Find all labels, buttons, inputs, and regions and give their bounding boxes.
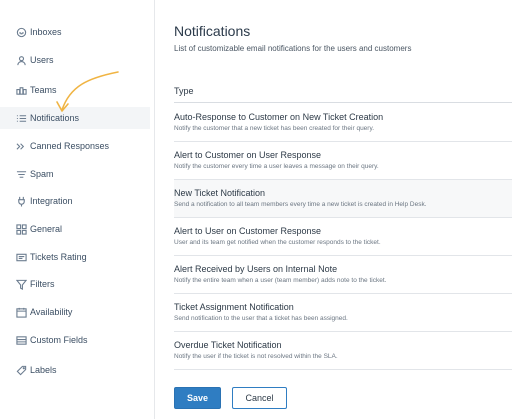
sidebar-item-users[interactable]: Users — [0, 49, 155, 71]
notification-row[interactable]: Ticket Assignment Notification Send noti… — [174, 294, 512, 332]
notification-row[interactable]: Auto-Response to Customer on New Ticket … — [174, 104, 512, 142]
sidebar-item-label: Custom Fields — [30, 335, 88, 345]
type-column-header: Type — [174, 86, 194, 96]
notification-description: Send a notification to all team members … — [174, 201, 427, 208]
notifications-panel: Notifications List of customizable email… — [155, 0, 512, 419]
sidebar-item-label: Spam — [30, 169, 54, 179]
notification-row[interactable]: Alert to Customer on User Response Notif… — [174, 142, 512, 180]
cancel-button[interactable]: Cancel — [232, 387, 287, 409]
sidebar-item-filters[interactable]: Filters — [0, 273, 155, 295]
sidebar-item-label: Filters — [30, 279, 55, 289]
sidebar-item-label: Users — [30, 55, 54, 65]
sidebar-item-label: Notifications — [30, 113, 80, 123]
sidebar-item-inboxes[interactable]: Inboxes — [0, 21, 155, 43]
sidebar-item-availability[interactable]: Availability — [0, 301, 155, 323]
team-icon — [15, 84, 27, 96]
notification-row[interactable]: Overdue Ticket Notification Notify the u… — [174, 332, 512, 370]
funnel-icon — [15, 278, 27, 290]
notification-description: Notify the user if the ticket is not res… — [174, 353, 338, 360]
sidebar-item-integration[interactable]: Integration — [0, 190, 155, 212]
sidebar-item-notifications[interactable]: Notifications — [0, 107, 150, 129]
tag-icon — [15, 364, 27, 376]
notification-description: User and its team get notified when the … — [174, 239, 381, 246]
sidebar-item-label: General — [30, 224, 63, 234]
sidebar-item-label: Availability — [30, 307, 73, 317]
page-title: Notifications — [174, 23, 251, 39]
notification-title: Alert to Customer on User Response — [174, 150, 322, 160]
sidebar-item-canned-responses[interactable]: Canned Responses — [0, 135, 155, 157]
sidebar-item-custom-fields[interactable]: Custom Fields — [0, 329, 155, 351]
sidebar-item-labels[interactable]: Labels — [0, 359, 155, 381]
grid-icon — [15, 223, 27, 235]
sidebar-item-teams[interactable]: Teams — [0, 79, 155, 101]
sidebar-item-label: Labels — [30, 365, 57, 375]
sidebar-item-general[interactable]: General — [0, 218, 155, 240]
user-icon — [15, 54, 27, 66]
notification-row[interactable]: Alert Received by Users on Internal Note… — [174, 256, 512, 294]
save-button[interactable]: Save — [174, 387, 221, 409]
page-subtitle: List of customizable email notifications… — [174, 44, 412, 53]
notification-title: Alert to User on Customer Response — [174, 226, 322, 236]
settings-sidebar: Inboxes Users Teams Notifications Canned… — [0, 0, 155, 419]
sidebar-item-label: Teams — [30, 85, 57, 95]
notification-title: Overdue Ticket Notification — [174, 340, 282, 350]
sidebar-item-label: Canned Responses — [30, 141, 110, 151]
notification-row[interactable]: New Ticket Notification Send a notificat… — [174, 180, 512, 218]
fields-icon — [15, 334, 27, 346]
filter-lines-icon — [15, 168, 27, 180]
list-icon — [15, 112, 27, 124]
chat-icon — [15, 140, 27, 152]
sidebar-item-spam[interactable]: Spam — [0, 163, 155, 185]
notification-description: Send notification to the user that a tic… — [174, 315, 348, 322]
notification-title: Alert Received by Users on Internal Note — [174, 264, 338, 274]
rating-icon — [15, 251, 27, 263]
notification-title: Auto-Response to Customer on New Ticket … — [174, 112, 384, 122]
sidebar-item-label: Integration — [30, 196, 73, 206]
notification-row[interactable]: Alert to User on Customer Response User … — [174, 218, 512, 256]
header-divider — [174, 102, 512, 103]
sidebar-item-tickets-rating[interactable]: Tickets Rating — [0, 246, 155, 268]
notification-description: Notify the customer that a new ticket ha… — [174, 125, 375, 132]
sidebar-item-label: Tickets Rating — [30, 252, 87, 262]
inbox-icon — [15, 26, 27, 38]
notification-title: New Ticket Notification — [174, 188, 266, 198]
notification-description: Notify the customer every time a user le… — [174, 163, 379, 170]
sidebar-item-label: Inboxes — [30, 27, 62, 37]
notification-title: Ticket Assignment Notification — [174, 302, 294, 312]
notification-description: Notify the entire team when a user (team… — [174, 277, 387, 284]
plug-icon — [15, 195, 27, 207]
calendar-icon — [15, 306, 27, 318]
